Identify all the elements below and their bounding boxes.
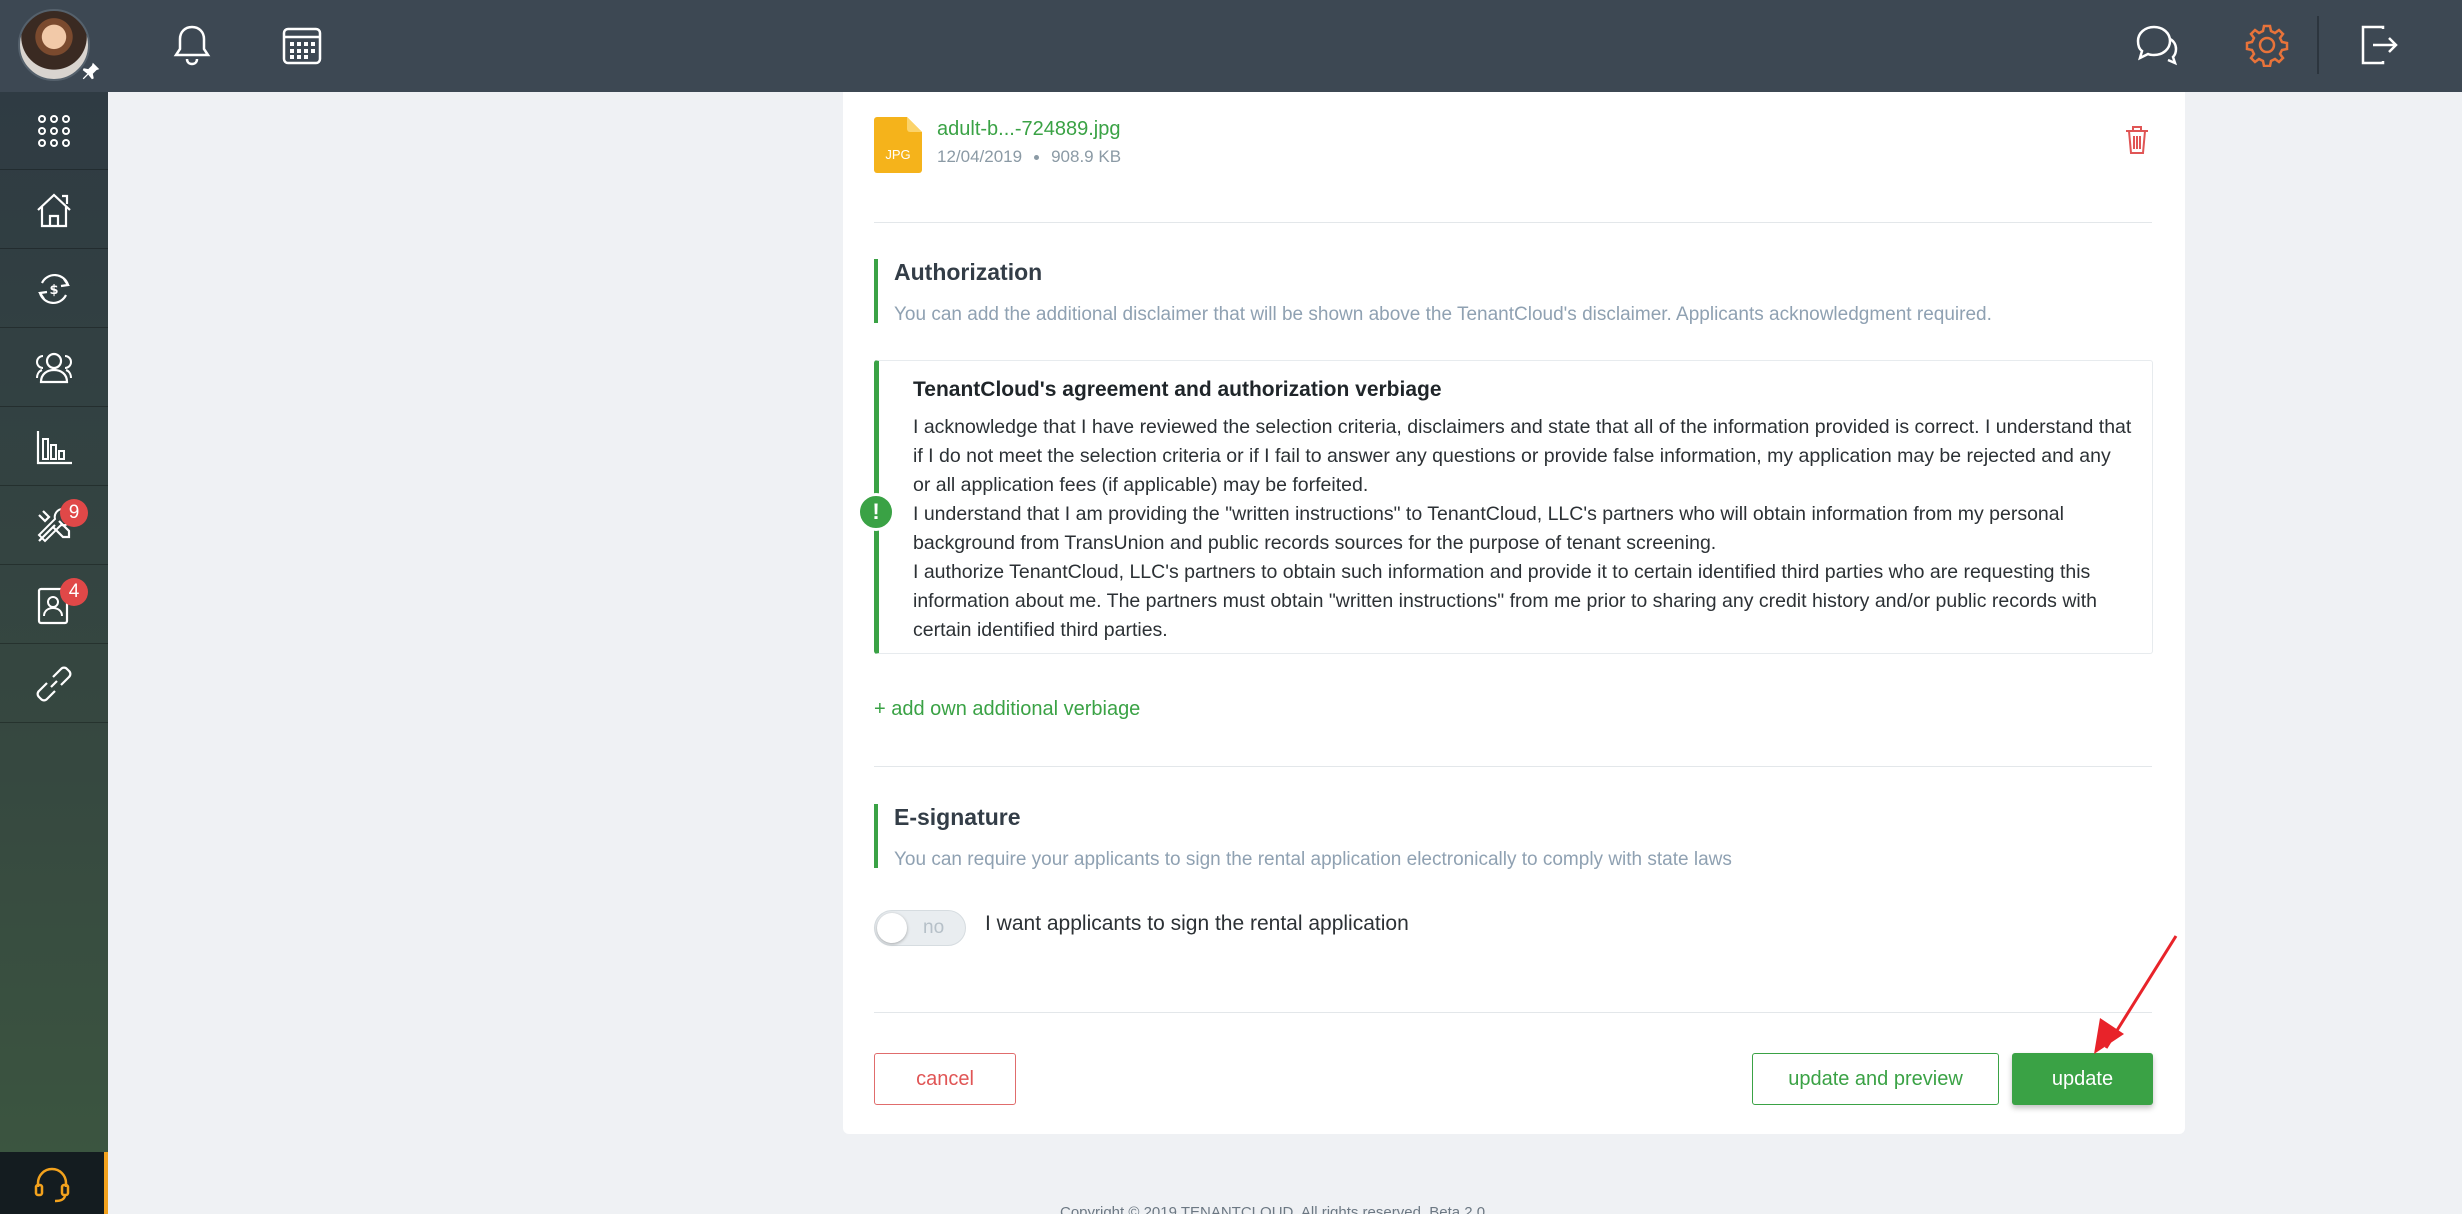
file-name-link[interactable]: adult-b...-724889.jpg bbox=[937, 118, 1120, 141]
house-icon bbox=[37, 192, 71, 227]
agreement-paragraph: I understand that I am providing the "wr… bbox=[913, 503, 2064, 554]
maintenance-badge: 9 bbox=[60, 499, 88, 527]
sidebar-item-applications[interactable]: 4 bbox=[0, 566, 108, 644]
topbar-divider bbox=[2317, 16, 2319, 74]
sidebar-item-apps[interactable] bbox=[0, 92, 108, 170]
agreement-paragraph: I acknowledge that I have reviewed the s… bbox=[913, 416, 2132, 496]
chat-icon[interactable] bbox=[2132, 20, 2182, 70]
authorization-description: You can add the additional disclaimer th… bbox=[894, 304, 1992, 325]
agreement-title: TenantCloud's agreement and authorizatio… bbox=[913, 378, 1442, 401]
authorization-section-header: Authorization You can add the additional… bbox=[874, 259, 1992, 325]
agreement-body: I acknowledge that I have reviewed the s… bbox=[913, 413, 2133, 645]
money-cycle-icon: $ bbox=[38, 273, 70, 304]
sidebar-item-payments[interactable]: $ bbox=[0, 250, 108, 328]
gear-icon[interactable] bbox=[2242, 20, 2292, 70]
applications-badge: 4 bbox=[60, 578, 88, 606]
divider bbox=[874, 766, 2152, 767]
esignature-section-header: E-signature You can require your applica… bbox=[874, 804, 1732, 870]
svg-text:JPG: JPG bbox=[885, 147, 910, 162]
sidebar-item-properties[interactable] bbox=[0, 171, 108, 249]
file-date: 12/04/2019 bbox=[937, 147, 1023, 166]
esignature-description: You can require your applicants to sign … bbox=[894, 849, 1732, 870]
sidebar-item-maintenance[interactable]: 9 bbox=[0, 487, 108, 565]
calendar-icon[interactable] bbox=[277, 20, 327, 70]
esignature-toggle-label[interactable]: I want applicants to sign the rental app… bbox=[985, 912, 1409, 936]
sidebar-item-integrations[interactable] bbox=[0, 645, 108, 723]
toggle-state: no bbox=[923, 917, 945, 938]
authorization-title: Authorization bbox=[894, 259, 1043, 285]
esignature-toggle[interactable]: no bbox=[874, 910, 966, 946]
trash-icon[interactable] bbox=[2123, 124, 2151, 156]
agreement-box: ! TenantCloud's agreement and authorizat… bbox=[857, 360, 2153, 654]
bell-icon[interactable] bbox=[167, 20, 217, 70]
headset-icon bbox=[34, 1167, 70, 1203]
link-icon bbox=[36, 666, 72, 701]
toggle-knob bbox=[877, 913, 907, 943]
divider bbox=[874, 1012, 2152, 1013]
cancel-button[interactable]: cancel bbox=[874, 1053, 1016, 1105]
bar-chart-icon bbox=[36, 430, 72, 464]
top-bar bbox=[0, 0, 2462, 92]
svg-text:$: $ bbox=[49, 283, 58, 298]
annotation-arrow-icon bbox=[2094, 935, 2178, 1054]
file-size: 908.9 KB bbox=[1051, 147, 1122, 166]
settings-card: JPG adult-b...-724889.jpg 12/04/2019 908.… bbox=[843, 92, 2185, 1134]
pin-icon[interactable] bbox=[80, 60, 102, 82]
footer-copyright: Copyright © 2019 TENANTCLOUD. All rights… bbox=[1060, 1204, 1486, 1214]
add-verbiage-link[interactable]: + add own additional verbiage bbox=[874, 698, 1140, 721]
sidebar: $ 9 4 bbox=[0, 92, 108, 1214]
agreement-paragraph: I authorize TenantCloud, LLC's partners … bbox=[913, 561, 2098, 641]
support-button[interactable] bbox=[0, 1152, 108, 1214]
update-and-preview-button[interactable]: update and preview bbox=[1752, 1053, 1999, 1105]
divider bbox=[874, 222, 2152, 223]
users-icon bbox=[36, 352, 72, 383]
exclamation-icon: ! bbox=[857, 493, 895, 531]
jpg-file-icon: JPG bbox=[874, 117, 922, 173]
grid-icon bbox=[38, 114, 70, 147]
sidebar-item-reports[interactable] bbox=[0, 408, 108, 486]
sidebar-item-people[interactable] bbox=[0, 329, 108, 407]
esignature-title: E-signature bbox=[894, 804, 1021, 830]
update-button[interactable]: update bbox=[2012, 1053, 2153, 1105]
file-meta: 12/04/2019 908.9 KB bbox=[937, 147, 1121, 167]
logout-icon[interactable] bbox=[2354, 20, 2404, 70]
